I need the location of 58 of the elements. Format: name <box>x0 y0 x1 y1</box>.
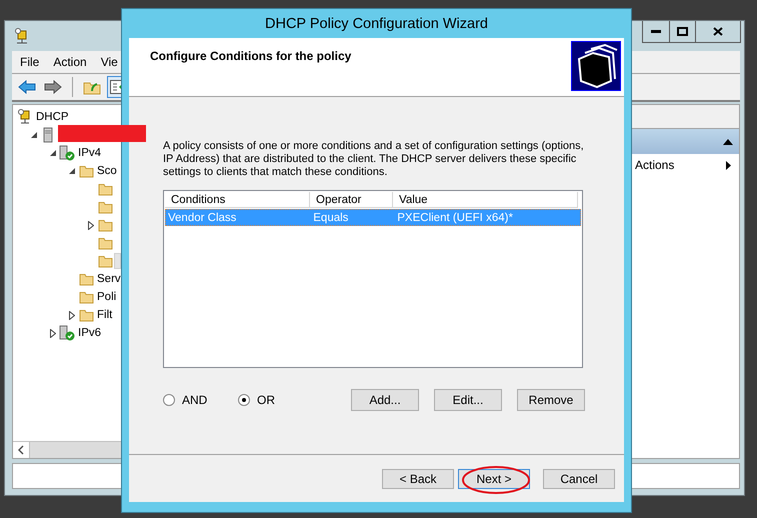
folder-icon <box>98 254 112 268</box>
folder-icon <box>78 290 94 304</box>
radio-button[interactable] <box>163 394 175 406</box>
page-heading: Configure Conditions for the policy <box>150 49 352 63</box>
tree-item[interactable]: Poli <box>95 290 118 304</box>
nav-button[interactable]: < Back <box>382 468 454 488</box>
submenu-arrow-icon[interactable] <box>726 160 731 170</box>
column-header[interactable]: Operator <box>310 192 393 208</box>
dialog-title: DHCP Policy Configuration Wizard <box>265 16 488 32</box>
maximize-icon <box>677 27 688 36</box>
server-check-icon <box>59 145 75 161</box>
list-button[interactable]: Edit... <box>434 389 502 411</box>
tree-item[interactable]: Sco <box>95 164 119 178</box>
tree-item[interactable]: IPv6 <box>76 326 104 340</box>
folder-icon <box>78 272 94 286</box>
folder-icon <box>98 200 112 214</box>
collapsed-triangle-icon[interactable] <box>88 220 94 230</box>
tree-item[interactable]: Serv <box>95 272 123 286</box>
expanded-triangle-icon[interactable] <box>50 150 56 156</box>
close-icon <box>713 27 723 36</box>
tree-item[interactable]: Filt <box>95 308 114 322</box>
column-header[interactable]: Conditions <box>165 192 310 208</box>
collapse-triangle-icon[interactable] <box>723 138 733 144</box>
app-icon <box>15 28 29 45</box>
radio-option[interactable]: AND <box>163 393 238 407</box>
expanded-triangle-icon[interactable] <box>31 132 37 138</box>
server-icon <box>43 127 53 143</box>
nav-button[interactable]: Cancel <box>543 468 615 488</box>
minimize-icon <box>651 30 661 34</box>
dhcp-icon <box>18 109 32 125</box>
description-text: A policy consists of one or more conditions and a set of configuration settings (options, IP Address) that are distributed to the client. The DHCP server delivers these specific settings to clients that match these conditions. <box>163 140 585 179</box>
list-button[interactable]: Add... <box>351 389 419 411</box>
collapsed-triangle-icon[interactable] <box>50 328 56 338</box>
nav-button[interactable]: Next > <box>458 468 530 488</box>
folder-icon <box>98 182 112 196</box>
folder-icon <box>78 308 94 322</box>
list-button[interactable]: Remove <box>517 389 585 411</box>
radio-button[interactable] <box>238 394 250 406</box>
folder-icon <box>78 164 94 178</box>
tree-item[interactable]: IPv4 <box>76 146 104 160</box>
expanded-triangle-icon[interactable] <box>69 168 75 174</box>
folder-icon <box>98 236 112 250</box>
folder-icon <box>98 218 112 232</box>
server-check-icon <box>59 325 75 341</box>
action-item[interactable]: Actions <box>635 158 674 172</box>
table-cell: Vendor Class <box>168 212 236 224</box>
table-cell: PXEClient (UEFI x64)* <box>397 212 513 224</box>
menu-item[interactable]: File <box>20 55 40 69</box>
column-header[interactable]: Value <box>393 192 578 208</box>
radio-option[interactable]: OR <box>238 393 313 407</box>
conditions-list[interactable]: Conditions Operator Value Vendor Class Equals PXEClient (UEFI x64)* <box>163 190 583 368</box>
menu-item[interactable]: Vie <box>100 55 118 69</box>
scroll-left-icon[interactable] <box>18 445 24 455</box>
folders-icon <box>571 41 621 91</box>
menu-item[interactable]: Action <box>53 55 87 69</box>
tree-item[interactable]: DHCP <box>34 110 71 124</box>
collapsed-triangle-icon[interactable] <box>69 310 75 320</box>
table-cell: Equals <box>313 212 348 224</box>
